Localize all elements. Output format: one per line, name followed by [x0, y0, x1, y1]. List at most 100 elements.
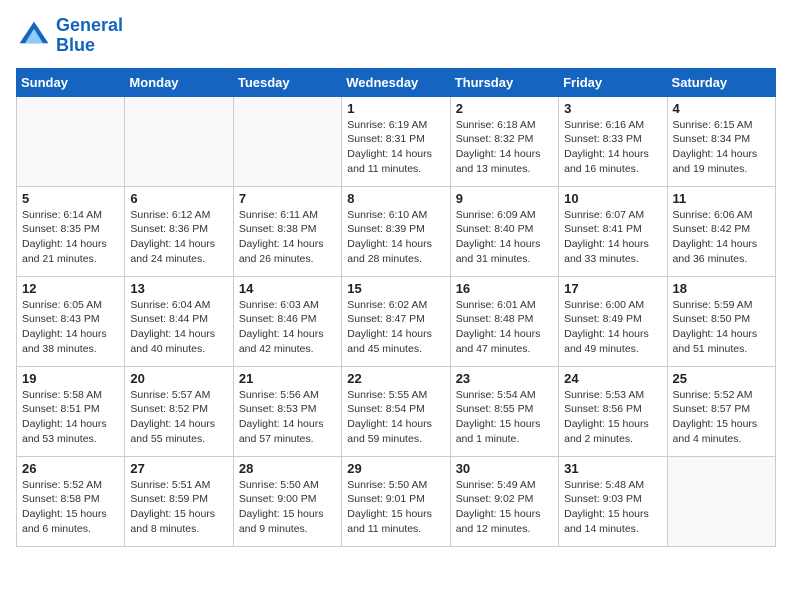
- calendar-cell: 18 Sunrise: 5:59 AMSunset: 8:50 PMDayligh…: [667, 276, 775, 366]
- day-info: Sunrise: 5:54 AMSunset: 8:55 PMDaylight:…: [456, 388, 553, 447]
- day-info: Sunrise: 5:58 AMSunset: 8:51 PMDaylight:…: [22, 388, 119, 447]
- day-info: Sunrise: 6:14 AMSunset: 8:35 PMDaylight:…: [22, 208, 119, 267]
- day-number: 28: [239, 461, 336, 476]
- day-info: Sunrise: 5:59 AMSunset: 8:50 PMDaylight:…: [673, 298, 770, 357]
- day-number: 7: [239, 191, 336, 206]
- day-number: 5: [22, 191, 119, 206]
- day-number: 19: [22, 371, 119, 386]
- calendar-cell: 30 Sunrise: 5:49 AMSunset: 9:02 PMDayligh…: [450, 456, 558, 546]
- day-number: 3: [564, 101, 661, 116]
- calendar-cell: 15 Sunrise: 6:02 AMSunset: 8:47 PMDayligh…: [342, 276, 450, 366]
- day-info: Sunrise: 5:57 AMSunset: 8:52 PMDaylight:…: [130, 388, 227, 447]
- day-number: 13: [130, 281, 227, 296]
- day-info: Sunrise: 5:50 AMSunset: 9:00 PMDaylight:…: [239, 478, 336, 537]
- calendar-cell: 25 Sunrise: 5:52 AMSunset: 8:57 PMDayligh…: [667, 366, 775, 456]
- day-number: 24: [564, 371, 661, 386]
- weekday-header-row: SundayMondayTuesdayWednesdayThursdayFrid…: [17, 68, 776, 96]
- calendar-cell: [125, 96, 233, 186]
- calendar-cell: 31 Sunrise: 5:48 AMSunset: 9:03 PMDayligh…: [559, 456, 667, 546]
- calendar-cell: 4Sunrise: 6:15 AMSunset: 8:34 PMDaylight…: [667, 96, 775, 186]
- weekday-header-thursday: Thursday: [450, 68, 558, 96]
- calendar-cell: 14 Sunrise: 6:03 AMSunset: 8:46 PMDayligh…: [233, 276, 341, 366]
- day-info: Sunrise: 6:15 AMSunset: 8:34 PMDaylight:…: [673, 118, 770, 177]
- day-info: Sunrise: 6:01 AMSunset: 8:48 PMDaylight:…: [456, 298, 553, 357]
- calendar-cell: 10 Sunrise: 6:07 AMSunset: 8:41 PMDayligh…: [559, 186, 667, 276]
- day-number: 10: [564, 191, 661, 206]
- calendar-cell: 12 Sunrise: 6:05 AMSunset: 8:43 PMDayligh…: [17, 276, 125, 366]
- week-row-4: 19 Sunrise: 5:58 AMSunset: 8:51 PMDayligh…: [17, 366, 776, 456]
- weekday-header-friday: Friday: [559, 68, 667, 96]
- day-number: 20: [130, 371, 227, 386]
- day-info: Sunrise: 5:51 AMSunset: 8:59 PMDaylight:…: [130, 478, 227, 537]
- day-info: Sunrise: 5:49 AMSunset: 9:02 PMDaylight:…: [456, 478, 553, 537]
- calendar-cell: 6 Sunrise: 6:12 AMSunset: 8:36 PMDaylight…: [125, 186, 233, 276]
- calendar-cell: 27 Sunrise: 5:51 AMSunset: 8:59 PMDayligh…: [125, 456, 233, 546]
- calendar-cell: 9 Sunrise: 6:09 AMSunset: 8:40 PMDaylight…: [450, 186, 558, 276]
- week-row-2: 5 Sunrise: 6:14 AMSunset: 8:35 PMDaylight…: [17, 186, 776, 276]
- day-number: 17: [564, 281, 661, 296]
- week-row-1: 1 Sunrise: 6:19 AMSunset: 8:31 PMDaylight…: [17, 96, 776, 186]
- day-number: 8: [347, 191, 444, 206]
- calendar-cell: [233, 96, 341, 186]
- day-info: Sunrise: 6:19 AMSunset: 8:31 PMDaylight:…: [347, 118, 444, 177]
- page-header: General Blue: [16, 16, 776, 56]
- week-row-3: 12 Sunrise: 6:05 AMSunset: 8:43 PMDayligh…: [17, 276, 776, 366]
- calendar-cell: 2 Sunrise: 6:18 AMSunset: 8:32 PMDaylight…: [450, 96, 558, 186]
- day-number: 12: [22, 281, 119, 296]
- calendar-cell: 7 Sunrise: 6:11 AMSunset: 8:38 PMDaylight…: [233, 186, 341, 276]
- day-number: 31: [564, 461, 661, 476]
- calendar-cell: 29 Sunrise: 5:50 AMSunset: 9:01 PMDayligh…: [342, 456, 450, 546]
- day-info: Sunrise: 6:11 AMSunset: 8:38 PMDaylight:…: [239, 208, 336, 267]
- day-number: 16: [456, 281, 553, 296]
- day-info: Sunrise: 5:50 AMSunset: 9:01 PMDaylight:…: [347, 478, 444, 537]
- weekday-header-wednesday: Wednesday: [342, 68, 450, 96]
- day-number: 30: [456, 461, 553, 476]
- calendar-cell: 16 Sunrise: 6:01 AMSunset: 8:48 PMDayligh…: [450, 276, 558, 366]
- day-info: Sunrise: 6:09 AMSunset: 8:40 PMDaylight:…: [456, 208, 553, 267]
- day-number: 6: [130, 191, 227, 206]
- day-number: 11: [673, 191, 770, 206]
- day-number: 26: [22, 461, 119, 476]
- day-number: 21: [239, 371, 336, 386]
- logo-icon: [16, 18, 52, 54]
- day-number: 18: [673, 281, 770, 296]
- day-info: Sunrise: 6:04 AMSunset: 8:44 PMDaylight:…: [130, 298, 227, 357]
- day-info: Sunrise: 6:12 AMSunset: 8:36 PMDaylight:…: [130, 208, 227, 267]
- day-number: 2: [456, 101, 553, 116]
- day-number: 25: [673, 371, 770, 386]
- calendar-cell: 23 Sunrise: 5:54 AMSunset: 8:55 PMDayligh…: [450, 366, 558, 456]
- calendar-cell: 24 Sunrise: 5:53 AMSunset: 8:56 PMDayligh…: [559, 366, 667, 456]
- calendar-cell: 17 Sunrise: 6:00 AMSunset: 8:49 PMDayligh…: [559, 276, 667, 366]
- calendar-cell: 22Sunrise: 5:55 AMSunset: 8:54 PMDayligh…: [342, 366, 450, 456]
- logo-text: General Blue: [56, 16, 123, 56]
- calendar-cell: 21 Sunrise: 5:56 AMSunset: 8:53 PMDayligh…: [233, 366, 341, 456]
- day-info: Sunrise: 6:05 AMSunset: 8:43 PMDaylight:…: [22, 298, 119, 357]
- day-number: 1: [347, 101, 444, 116]
- day-info: Sunrise: 6:10 AMSunset: 8:39 PMDaylight:…: [347, 208, 444, 267]
- day-number: 14: [239, 281, 336, 296]
- calendar-cell: 8 Sunrise: 6:10 AMSunset: 8:39 PMDaylight…: [342, 186, 450, 276]
- day-info: Sunrise: 5:53 AMSunset: 8:56 PMDaylight:…: [564, 388, 661, 447]
- week-row-5: 26Sunrise: 5:52 AMSunset: 8:58 PMDayligh…: [17, 456, 776, 546]
- day-info: Sunrise: 6:00 AMSunset: 8:49 PMDaylight:…: [564, 298, 661, 357]
- calendar-cell: [667, 456, 775, 546]
- calendar-cell: 13 Sunrise: 6:04 AMSunset: 8:44 PMDayligh…: [125, 276, 233, 366]
- calendar-cell: [17, 96, 125, 186]
- day-info: Sunrise: 5:56 AMSunset: 8:53 PMDaylight:…: [239, 388, 336, 447]
- day-info: Sunrise: 6:03 AMSunset: 8:46 PMDaylight:…: [239, 298, 336, 357]
- weekday-header-saturday: Saturday: [667, 68, 775, 96]
- day-number: 27: [130, 461, 227, 476]
- day-info: Sunrise: 5:48 AMSunset: 9:03 PMDaylight:…: [564, 478, 661, 537]
- day-info: Sunrise: 6:07 AMSunset: 8:41 PMDaylight:…: [564, 208, 661, 267]
- calendar-cell: 26Sunrise: 5:52 AMSunset: 8:58 PMDayligh…: [17, 456, 125, 546]
- day-number: 15: [347, 281, 444, 296]
- calendar-cell: 28 Sunrise: 5:50 AMSunset: 9:00 PMDayligh…: [233, 456, 341, 546]
- day-number: 22: [347, 371, 444, 386]
- day-info: Sunrise: 6:02 AMSunset: 8:47 PMDaylight:…: [347, 298, 444, 357]
- day-number: 9: [456, 191, 553, 206]
- day-info: Sunrise: 5:52 AMSunset: 8:57 PMDaylight:…: [673, 388, 770, 447]
- day-number: 23: [456, 371, 553, 386]
- day-info: Sunrise: 6:18 AMSunset: 8:32 PMDaylight:…: [456, 118, 553, 177]
- weekday-header-tuesday: Tuesday: [233, 68, 341, 96]
- day-number: 29: [347, 461, 444, 476]
